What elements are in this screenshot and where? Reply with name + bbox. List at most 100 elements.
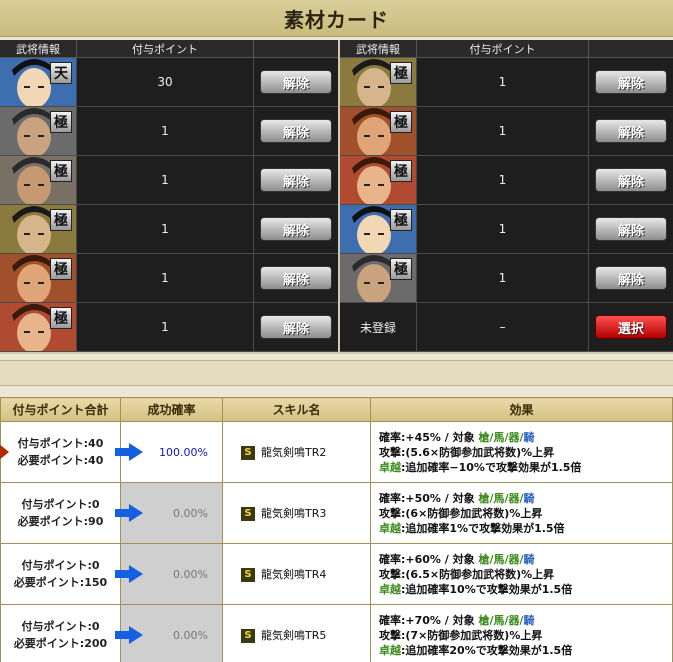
- effect-cell: 確率:+50% / 対象 槍/馬/器/騎 攻撃:(6×防御参加武将数)%上昇 卓越:…: [370, 482, 673, 544]
- cancel-button[interactable]: 解除: [595, 266, 667, 290]
- material-row-empty: 未登録 – 選択: [340, 303, 673, 352]
- effect-excellence: :追加確率1%で攻撃効果が1.5倍: [401, 521, 565, 535]
- rank-badge: 極: [50, 209, 72, 231]
- general-portrait[interactable]: 極: [340, 254, 417, 302]
- skill-name: 龍気剣鳴TR5: [261, 629, 327, 642]
- cancel-cell: 解除: [254, 254, 338, 302]
- cancel-cell: 解除: [589, 58, 673, 106]
- cancel-button[interactable]: 解除: [260, 168, 332, 192]
- material-row: 天 30 解除: [0, 58, 338, 107]
- general-portrait[interactable]: 極: [0, 205, 77, 253]
- effect-target-a: 槍/馬/器/: [478, 491, 524, 505]
- page-title: 素材カード: [284, 7, 389, 32]
- cancel-cell: 解除: [254, 58, 338, 106]
- material-table-left: 武将情報 付与ポイント 天 30 解除極 1 解除極 1 解除極 1 解除極 1 解除極 1 解除: [0, 40, 338, 354]
- cancel-button[interactable]: 解除: [260, 266, 332, 290]
- general-portrait[interactable]: 極: [0, 303, 77, 351]
- skill-name: 龍気剣鳴TR3: [261, 507, 327, 520]
- select-button[interactable]: 選択: [595, 315, 667, 339]
- cancel-button[interactable]: 解除: [595, 168, 667, 192]
- point-total-cell: 付与ポイント:40 必要ポイント:40: [0, 421, 121, 483]
- effect-target-b: 騎: [523, 491, 535, 505]
- effect-excellence-label: 卓越: [379, 460, 401, 474]
- skill-name: 龍気剣鳴TR2: [261, 446, 327, 459]
- material-row: 極 1 解除: [0, 156, 338, 205]
- point-total-header: 付与ポイント合計: [0, 397, 121, 422]
- skill-rank-icon: S: [241, 568, 255, 582]
- col-point-header: 付与ポイント: [77, 40, 254, 57]
- cancel-button[interactable]: 解除: [260, 217, 332, 241]
- material-row: 極 1 解除: [340, 107, 673, 156]
- col-button-header: [254, 40, 338, 57]
- material-row: 極 1 解除: [340, 58, 673, 107]
- skill-rank-icon: S: [241, 446, 255, 460]
- given-point: 30: [77, 58, 254, 106]
- material-table-header: 武将情報 付与ポイント: [340, 40, 673, 58]
- general-portrait[interactable]: 極: [0, 107, 77, 155]
- success-rate: 100.00%: [159, 445, 208, 459]
- material-panel: 武将情報 付与ポイント 天 30 解除極 1 解除極 1 解除極 1 解除極 1 解除極 1 解除 武将…: [0, 40, 673, 354]
- rank-badge: 極: [50, 307, 72, 329]
- skill-rank-icon: S: [241, 507, 255, 521]
- general-portrait[interactable]: 極: [340, 156, 417, 204]
- success-rate: 0.00%: [173, 628, 208, 642]
- point-total-cell: 付与ポイント:0 必要ポイント:200: [0, 604, 121, 662]
- skill-row: 付与ポイント:0 必要ポイント:150 0.00% S 龍気剣鳴TR4 確率:+60% /…: [0, 543, 673, 605]
- cancel-button[interactable]: 解除: [260, 70, 332, 94]
- general-portrait[interactable]: 極: [340, 205, 417, 253]
- success-rate: 0.00%: [173, 567, 208, 581]
- given-point: 1: [77, 303, 254, 351]
- cancel-button[interactable]: 解除: [260, 315, 332, 339]
- cancel-cell: 解除: [254, 303, 338, 351]
- effect-attack: 攻撃:(5.6×防御参加武将数)%上昇: [379, 445, 555, 459]
- effect-excellence: :追加確率10%で攻撃効果が1.5倍: [401, 582, 573, 596]
- skill-row: 付与ポイント:0 必要ポイント:90 0.00% S 龍気剣鳴TR3 確率:+50% / …: [0, 482, 673, 544]
- effect-rate: 確率:+50% / 対象: [379, 491, 479, 505]
- effect-target-b: 騎: [523, 430, 535, 444]
- divider-bar: [0, 360, 673, 386]
- material-table-header: 武将情報 付与ポイント: [0, 40, 338, 58]
- given-point: 1: [417, 107, 589, 155]
- given-point: 1: [417, 254, 589, 302]
- given-points: 付与ポイント:40: [17, 437, 104, 450]
- col-point-header: 付与ポイント: [417, 40, 589, 57]
- given-point: 1: [417, 205, 589, 253]
- cancel-button[interactable]: 解除: [595, 119, 667, 143]
- cancel-cell: 解除: [589, 254, 673, 302]
- given-point: 1: [417, 156, 589, 204]
- given-point: 1: [417, 58, 589, 106]
- effect-excellence: :追加確率20%で攻撃効果が1.5倍: [401, 643, 573, 657]
- skill-name-header: スキル名: [222, 397, 371, 422]
- cancel-button[interactable]: 解除: [595, 217, 667, 241]
- arrow-right-icon: [115, 504, 143, 522]
- rank-badge: 極: [50, 258, 72, 280]
- material-row: 極 1 解除: [0, 107, 338, 156]
- cancel-button[interactable]: 解除: [595, 70, 667, 94]
- general-portrait[interactable]: 極: [340, 107, 417, 155]
- given-point: 1: [77, 156, 254, 204]
- skill-name-cell: S 龍気剣鳴TR5: [222, 604, 371, 662]
- success-rate: 0.00%: [173, 506, 208, 520]
- given-point: 1: [77, 107, 254, 155]
- col-info-header: 武将情報: [340, 40, 417, 57]
- cancel-button[interactable]: 解除: [260, 119, 332, 143]
- general-portrait[interactable]: 天: [0, 58, 77, 106]
- success-rate-cell: 0.00%: [115, 543, 223, 605]
- material-row: 極 1 解除: [0, 205, 338, 254]
- required-points: 必要ポイント:90: [17, 515, 104, 528]
- material-table-right: 武将情報 付与ポイント 極 1 解除極 1 解除極 1 解除極 1 解除極 1 解除 未登録 – 選択: [340, 40, 673, 354]
- required-points: 必要ポイント:40: [17, 454, 104, 467]
- given-point: 1: [77, 254, 254, 302]
- rate-header: 成功確率: [120, 397, 223, 422]
- general-portrait[interactable]: 極: [0, 254, 77, 302]
- required-points: 必要ポイント:150: [13, 576, 108, 589]
- effect-header: 効果: [370, 397, 673, 422]
- rank-badge: 極: [390, 62, 412, 84]
- rank-badge: 極: [390, 209, 412, 231]
- given-points: 付与ポイント:0: [21, 559, 100, 572]
- material-row: 極 1 解除: [340, 205, 673, 254]
- general-portrait[interactable]: 極: [340, 58, 417, 106]
- material-row: 極 1 解除: [0, 254, 338, 303]
- cancel-cell: 解除: [254, 156, 338, 204]
- general-portrait[interactable]: 極: [0, 156, 77, 204]
